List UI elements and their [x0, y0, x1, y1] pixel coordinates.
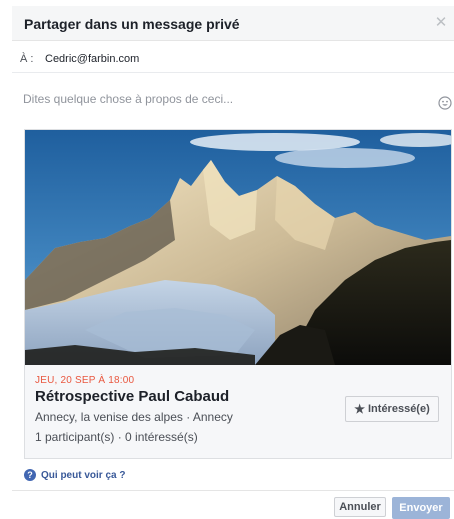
close-icon[interactable]: ✕ — [434, 15, 448, 30]
event-title[interactable]: Rétrospective Paul Cabaud — [35, 388, 229, 405]
interested-label: Intéressé(e) — [368, 403, 430, 415]
event-stats: 1 participant(s) · 0 intéressé(s) — [35, 430, 198, 444]
dialog-footer: Annuler Envoyer — [12, 490, 454, 519]
recipient-row[interactable]: À : Cedric@farbin.com — [12, 48, 454, 73]
dialog-title: Partager dans un message privé — [24, 16, 240, 32]
mountain-photo — [25, 130, 451, 365]
dialog-header: Partager dans un message privé ✕ — [12, 6, 454, 41]
star-icon: ★ — [354, 402, 365, 416]
privacy-link[interactable]: ? Qui peut voir ça ? — [24, 468, 125, 482]
event-date: JEU, 20 SEP À 18:00 — [35, 375, 135, 386]
recipient-label: À : — [20, 53, 34, 65]
recipient-token[interactable]: Cedric@farbin.com — [45, 53, 139, 65]
message-input[interactable] — [23, 90, 423, 108]
event-info: JEU, 20 SEP À 18:00 Rétrospective Paul C… — [25, 365, 451, 458]
event-card[interactable]: JEU, 20 SEP À 18:00 Rétrospective Paul C… — [24, 129, 452, 459]
event-location: Annecy, la venise des alpes · Annecy — [35, 410, 233, 424]
help-icon: ? — [24, 469, 36, 481]
send-button[interactable]: Envoyer — [392, 497, 450, 519]
share-dialog: Partager dans un message privé ✕ À : Ced… — [12, 6, 454, 519]
cancel-button[interactable]: Annuler — [334, 497, 386, 517]
emoji-icon[interactable] — [438, 96, 452, 110]
interested-button[interactable]: ★ Intéressé(e) — [345, 396, 439, 422]
privacy-label: Qui peut voir ça ? — [41, 469, 126, 481]
